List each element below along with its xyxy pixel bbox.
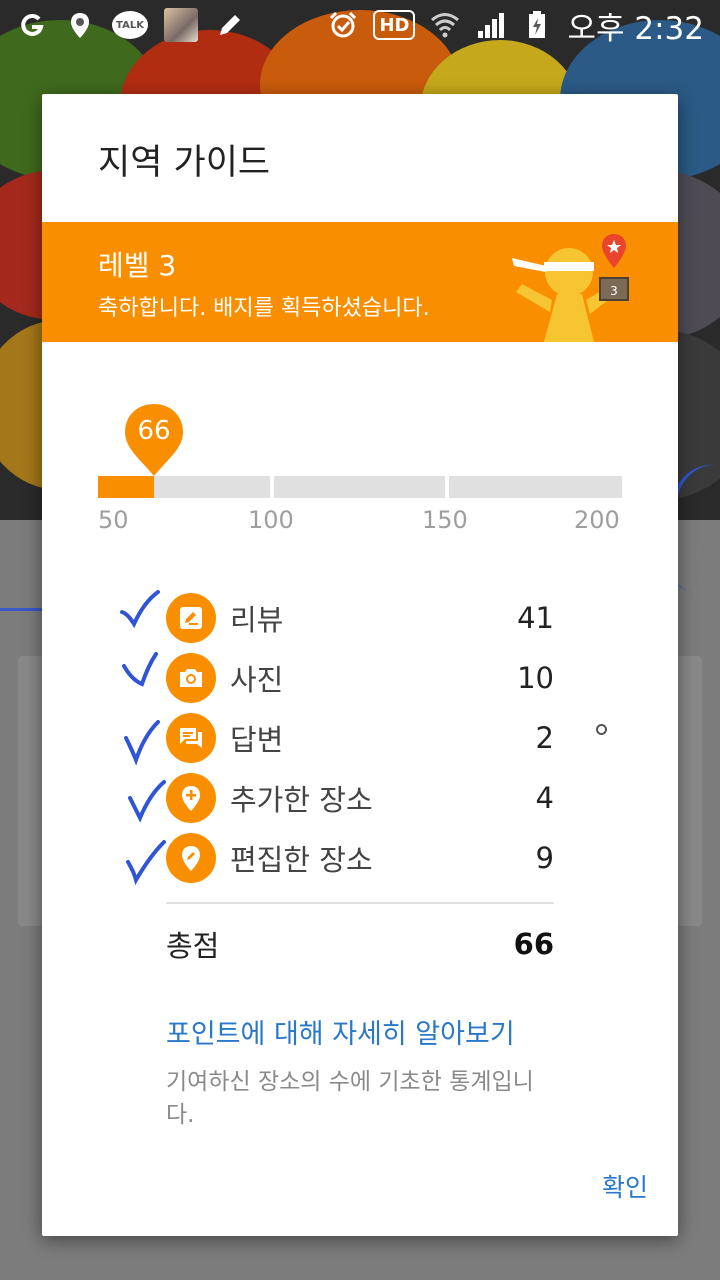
stat-value: 4 [535, 781, 554, 815]
stat-label: 편집한 장소 [230, 843, 373, 877]
stat-row-added-places: 추가한 장소 4 [166, 772, 554, 824]
stat-label: 리뷰 [230, 603, 284, 637]
g-app-icon [16, 9, 48, 41]
level-message: 축하합니다. 배지를 획득하셨습니다. [98, 296, 430, 321]
handwritten-check-icon [122, 720, 172, 770]
total-label: 총점 [166, 929, 220, 963]
progress-separator [270, 476, 274, 498]
dialog-title: 지역 가이드 [98, 143, 271, 183]
current-points-value: 66 [137, 416, 171, 446]
chat-bubble-icon [166, 713, 216, 763]
stat-value: 9 [535, 841, 554, 875]
badge-mascot-icon: 3 [502, 232, 632, 342]
handwritten-check-icon [126, 778, 176, 828]
learn-more-link[interactable]: 포인트에 대해 자세히 알아보기 [166, 1012, 515, 1051]
status-bar: TALK HD 오후 2:32 [0, 0, 720, 50]
stat-label: 답변 [230, 723, 284, 757]
wifi-icon [429, 9, 461, 41]
stat-row-answers: 답변 2 [166, 712, 554, 764]
level-title: 레벨 3 [98, 249, 177, 282]
stat-row-reviews: 리뷰 41 [166, 592, 554, 644]
stats-footnote: 기여하신 장소의 수에 기초한 통계입니다. [166, 1069, 534, 1129]
status-time: 오후 2:32 [567, 10, 704, 47]
signal-icon [475, 9, 507, 41]
handwritten-check-icon [120, 650, 170, 700]
stat-value: 10 [517, 661, 554, 695]
stat-value: 2 [535, 721, 554, 755]
kakaotalk-icon: TALK [112, 11, 148, 39]
progress-tick-label: 100 [248, 506, 294, 534]
edit-pencil-icon [214, 9, 246, 41]
handwritten-check-icon [118, 588, 168, 638]
progress-separator [445, 476, 449, 498]
progress-tick-label: 200 [574, 506, 620, 534]
small-circle-mark [596, 724, 607, 735]
battery-charging-icon [521, 9, 553, 41]
stat-row-edited-places: 편집한 장소 9 [166, 832, 554, 884]
progress-tick-label: 50 [98, 506, 129, 534]
camera-icon [166, 653, 216, 703]
stat-value: 41 [517, 601, 554, 635]
progress-fill [98, 476, 154, 498]
total-value: 66 [513, 927, 554, 961]
level-banner: 레벨 3 축하합니다. 배지를 획득하셨습니다. 3 [42, 222, 678, 342]
progress-tick-label: 150 [422, 506, 468, 534]
stat-label: 추가한 장소 [230, 783, 373, 817]
hd-voice-icon: HD [373, 10, 416, 40]
confirm-button[interactable]: 확인 [558, 1164, 648, 1208]
local-guide-dialog: 지역 가이드 레벨 3 축하합니다. 배지를 획득하셨습니다. 3 66 50 … [42, 94, 678, 1236]
total-row: 총점 66 [166, 920, 554, 968]
location-pin-icon [64, 9, 96, 41]
alarm-clock-icon [327, 9, 359, 41]
level-progress-bar [98, 476, 622, 498]
app-avatar-icon [164, 8, 198, 42]
stat-label: 사진 [230, 663, 284, 697]
stats-divider [166, 902, 554, 904]
current-points-marker: 66 [123, 402, 185, 478]
badge-number: 3 [610, 284, 618, 298]
handwritten-check-icon [124, 840, 174, 890]
stat-row-photos: 사진 10 [166, 652, 554, 704]
review-pencil-icon [166, 593, 216, 643]
